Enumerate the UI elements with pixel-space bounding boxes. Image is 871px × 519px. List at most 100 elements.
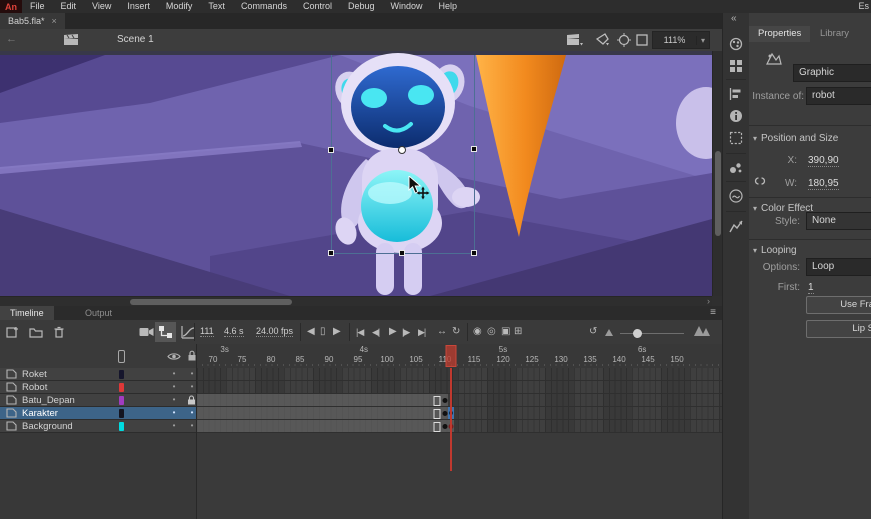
step-forward-icon[interactable]: |▶ [402, 324, 409, 340]
playhead-marker[interactable] [445, 345, 456, 367]
x-value[interactable]: 390,90 [808, 155, 839, 167]
menu-text[interactable]: Text [200, 0, 233, 13]
frame-rate-value[interactable]: 24.00 fps [256, 326, 293, 337]
workspace-switcher-button[interactable]: Es [856, 0, 871, 13]
edit-scene-icon[interactable] [567, 34, 583, 46]
onion-skin-outlines-icon[interactable]: ◎ [487, 324, 496, 340]
layer-visibility-dot[interactable]: • [169, 368, 179, 380]
go-to-last-frame-icon[interactable]: ▶| [418, 324, 425, 340]
keyframe-hollow-marker[interactable] [433, 396, 440, 406]
new-layer-icon[interactable] [6, 326, 19, 338]
reset-timeline-zoom-icon[interactable]: ↺ [589, 324, 597, 340]
frames-area[interactable]: 3s4s5s6s70758085909510010511011512012513… [197, 344, 722, 519]
layer-outline-swatch[interactable] [119, 396, 124, 405]
lip-sync-button[interactable]: Lip S [806, 320, 871, 338]
keyframe-dot[interactable] [443, 398, 448, 403]
link-broken-icon[interactable] [753, 175, 767, 187]
center-stage-icon[interactable] [617, 33, 631, 47]
elapsed-time-value[interactable]: 4.6 s [224, 326, 244, 337]
modify-markers-icon[interactable]: ⊞ [514, 324, 522, 340]
chevron-down-icon[interactable]: ▾ [696, 36, 709, 45]
creative-cloud-panel-icon[interactable] [729, 189, 743, 203]
transform-panel-icon[interactable] [729, 131, 743, 145]
graph-editor-icon[interactable] [181, 325, 195, 339]
clip-content-icon[interactable] [636, 34, 648, 46]
onion-skin-icon[interactable]: ◉ [473, 324, 482, 340]
outline-color-column-icon[interactable] [118, 350, 125, 363]
layer-row-karakter[interactable]: Karakter•• [0, 407, 196, 420]
menu-help[interactable]: Help [431, 0, 466, 13]
frame-span[interactable] [197, 394, 448, 406]
frame-span[interactable] [197, 407, 448, 419]
frame-row-background[interactable] [197, 420, 722, 433]
layer-row-background[interactable]: Background•• [0, 420, 196, 433]
instance-name-field[interactable]: robot [806, 87, 871, 105]
layer-visibility-dot[interactable]: • [169, 381, 179, 393]
tab-library[interactable]: Library [811, 26, 858, 42]
selection-handle-mid-left[interactable] [328, 147, 334, 153]
menu-insert[interactable]: Insert [119, 0, 158, 13]
tab-properties[interactable]: Properties [749, 26, 810, 42]
close-tab-icon[interactable]: × [52, 16, 57, 26]
frame-row-karakter[interactable] [197, 407, 722, 420]
layer-outline-swatch[interactable] [119, 383, 124, 392]
selection-handle-bottom-center[interactable] [399, 250, 405, 256]
timeline-zoom-knob[interactable] [633, 329, 642, 338]
symbol-type-dropdown[interactable]: Graphic [793, 64, 871, 82]
layer-visibility-dot[interactable]: • [169, 394, 179, 406]
layer-row-roket[interactable]: Roket•• [0, 368, 196, 381]
vertical-scroll-thumb[interactable] [715, 151, 721, 236]
layer-row-batu_depan[interactable]: Batu_Depan• [0, 394, 196, 407]
collapse-triangle-icon[interactable]: ▾ [753, 204, 757, 213]
loop-playback-icon[interactable]: ↻ [452, 324, 460, 340]
section-position-and-size[interactable]: ▾Position and Size [753, 133, 838, 144]
selection-edge-left[interactable] [331, 55, 332, 253]
section-looping[interactable]: ▾Looping [753, 245, 797, 256]
layer-visibility-dot[interactable]: • [169, 420, 179, 432]
eye-icon[interactable] [167, 352, 181, 361]
keyframe-hollow-marker[interactable] [433, 409, 440, 419]
timeline-ruler[interactable]: 3s4s5s6s70758085909510010511011512012513… [197, 344, 722, 369]
brush-library-panel-icon[interactable] [729, 161, 743, 175]
new-folder-icon[interactable] [29, 327, 43, 338]
frame-span[interactable] [197, 420, 454, 432]
delete-layer-icon[interactable] [53, 326, 65, 338]
menu-debug[interactable]: Debug [340, 0, 383, 13]
color-panel-icon[interactable] [729, 37, 743, 51]
scroll-right-arrow-icon[interactable]: › [707, 296, 710, 306]
menu-window[interactable]: Window [383, 0, 431, 13]
zoom-in-frames-icon-2[interactable] [702, 328, 710, 336]
menu-file[interactable]: File [22, 0, 53, 13]
selection-edge-right[interactable] [474, 55, 475, 253]
layer-visibility-dot[interactable]: • [169, 407, 179, 419]
w-value[interactable]: 180,95 [808, 178, 839, 190]
layer-row-robot[interactable]: Robot•• [0, 381, 196, 394]
step-back-icon[interactable]: ◀| [372, 324, 379, 340]
edit-multiple-frames-icon[interactable]: ▣ [501, 324, 510, 340]
frame-row-robot[interactable] [197, 381, 722, 394]
keyframe-dot[interactable] [443, 411, 448, 416]
edit-symbols-icon[interactable] [595, 33, 610, 47]
loop-frame-icon[interactable]: ▯ [320, 324, 326, 340]
selection-handle-bottom-left[interactable] [328, 250, 334, 256]
menu-commands[interactable]: Commands [233, 0, 295, 13]
collapse-panels-icon[interactable]: « [731, 13, 737, 24]
transform-point[interactable] [398, 146, 406, 154]
panel-menu-icon[interactable]: ≡ [710, 306, 716, 320]
back-arrow-icon[interactable]: ← [6, 33, 17, 45]
menu-modify[interactable]: Modify [158, 0, 201, 13]
timeline-zoom-slider[interactable] [620, 333, 684, 334]
collapse-triangle-icon[interactable]: ▾ [753, 246, 757, 255]
document-tab[interactable]: Bab5.fla* × [0, 13, 65, 29]
section-color-effect[interactable]: ▾Color Effect [753, 203, 813, 214]
selection-handle-bottom-right[interactable] [471, 250, 477, 256]
center-frame-icon[interactable]: ↔ [437, 324, 447, 340]
frame-row-roket[interactable] [197, 368, 722, 381]
menu-edit[interactable]: Edit [53, 0, 85, 13]
scene-breadcrumb[interactable]: Scene 1 [117, 34, 154, 45]
animate-logo[interactable]: An [0, 0, 22, 13]
selection-handle-mid-right[interactable] [471, 146, 477, 152]
first-frame-value[interactable]: 1 [808, 282, 814, 294]
motion-graph-panel-icon[interactable] [729, 219, 743, 233]
align-panel-icon[interactable] [729, 87, 743, 101]
